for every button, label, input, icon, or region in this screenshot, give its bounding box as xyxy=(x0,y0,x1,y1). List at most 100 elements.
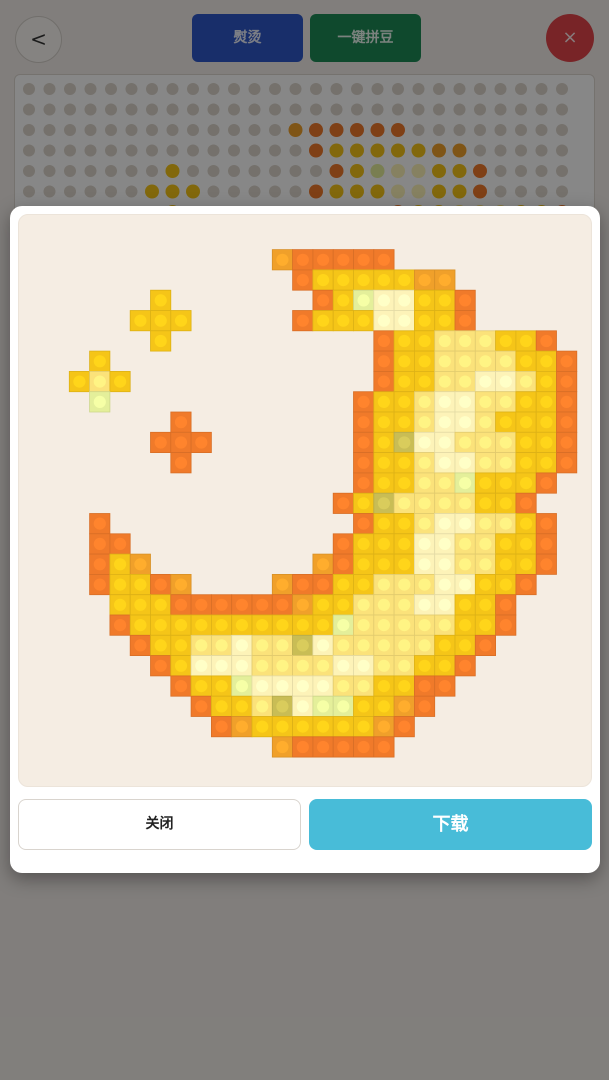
bead-highlight xyxy=(540,456,553,469)
bead-highlight xyxy=(377,294,390,307)
bead-highlight xyxy=(357,639,370,652)
bead-highlight xyxy=(499,416,512,429)
bead-highlight xyxy=(296,659,309,672)
bead-highlight xyxy=(398,598,411,611)
bead-highlight xyxy=(296,598,309,611)
bead-highlight xyxy=(479,334,492,348)
bead-highlight xyxy=(560,375,573,388)
bead-highlight xyxy=(398,700,411,713)
bead-highlight xyxy=(438,456,451,469)
bead-highlight xyxy=(256,598,269,611)
bead-highlight xyxy=(93,375,106,388)
bead-highlight xyxy=(377,517,390,530)
download-button[interactable]: 下载 xyxy=(309,799,592,850)
bead-highlight xyxy=(398,659,411,672)
bead-highlight xyxy=(357,740,370,754)
bead-highlight xyxy=(459,355,472,368)
bead-highlight xyxy=(418,517,431,530)
bead-highlight xyxy=(438,436,451,449)
bead-highlight xyxy=(479,477,492,490)
bead-highlight xyxy=(520,497,533,510)
bead-highlight xyxy=(377,436,390,449)
bead-highlight xyxy=(215,639,228,652)
bead-highlight xyxy=(215,598,228,611)
bead-highlight xyxy=(154,619,167,632)
bead-highlight xyxy=(560,456,573,469)
bead-highlight xyxy=(134,314,147,327)
bead-highlight xyxy=(174,314,188,327)
bead-highlight xyxy=(418,355,431,368)
bead-highlight xyxy=(377,456,390,469)
bead-highlight xyxy=(398,578,411,591)
bead-highlight xyxy=(337,274,350,287)
bead-highlight xyxy=(418,680,431,693)
bead-highlight xyxy=(73,375,86,388)
bead-highlight xyxy=(438,598,451,611)
bead-highlight xyxy=(357,314,370,327)
bead-highlight xyxy=(398,558,411,571)
bead-highlight xyxy=(337,314,350,327)
bead-highlight xyxy=(317,314,330,327)
bead-highlight xyxy=(174,436,188,449)
bead-highlight xyxy=(317,720,330,733)
bead-highlight xyxy=(377,497,390,510)
bead-highlight xyxy=(540,558,553,571)
bead-highlight xyxy=(418,395,431,408)
bead-highlight xyxy=(357,578,370,591)
bead-highlight xyxy=(418,456,431,469)
bead-highlight xyxy=(459,578,472,591)
bead-highlight xyxy=(438,294,451,307)
bead-highlight xyxy=(540,395,553,408)
bead-highlight xyxy=(459,375,472,388)
bead-highlight xyxy=(418,639,431,652)
bead-highlight xyxy=(438,578,451,591)
bead-highlight xyxy=(520,537,533,550)
bead-highlight xyxy=(337,578,350,591)
bead-highlight xyxy=(276,253,289,266)
bead-highlight xyxy=(499,517,512,530)
bead-highlight xyxy=(114,619,127,632)
moon-bead-artwork xyxy=(68,249,578,758)
bead-highlight xyxy=(499,456,512,469)
bead-highlight xyxy=(479,355,492,368)
bead-highlight xyxy=(398,517,411,530)
bead-highlight xyxy=(459,537,472,550)
bead-highlight xyxy=(398,395,411,408)
bead-highlight xyxy=(418,375,431,388)
bead-highlight xyxy=(276,598,289,611)
bead-highlight xyxy=(560,355,573,368)
bead-highlight xyxy=(459,456,472,469)
bead-highlight xyxy=(398,497,411,510)
bead-highlight xyxy=(377,578,390,591)
close-button[interactable]: 关闭 xyxy=(18,799,301,850)
bead-highlight xyxy=(418,274,431,287)
bead-highlight xyxy=(296,680,309,693)
bead-highlight xyxy=(398,639,411,652)
bead-highlight xyxy=(499,619,512,632)
bead-highlight xyxy=(317,558,330,571)
bead-highlight xyxy=(317,294,330,307)
bead-highlight xyxy=(377,659,390,672)
bead-highlight xyxy=(560,395,573,408)
bead-highlight xyxy=(459,598,472,611)
bead-highlight xyxy=(438,416,451,429)
bead-highlight xyxy=(459,517,472,530)
bead-highlight xyxy=(93,517,106,530)
bead-highlight xyxy=(317,619,330,632)
bead-highlight xyxy=(93,537,106,550)
bead-highlight xyxy=(479,598,492,611)
bead-highlight xyxy=(438,477,451,490)
bead-highlight xyxy=(520,355,533,368)
bead-highlight xyxy=(418,558,431,571)
bead-highlight xyxy=(357,558,370,571)
bead-highlight xyxy=(520,416,533,429)
bead-highlight xyxy=(296,720,309,733)
bead-highlight xyxy=(114,578,127,591)
bead-highlight xyxy=(256,639,269,652)
bead-highlight xyxy=(276,720,289,733)
bead-highlight xyxy=(195,598,208,611)
bead-highlight xyxy=(377,619,390,632)
bead-highlight xyxy=(357,416,370,429)
bead-highlight xyxy=(357,253,370,266)
bead-highlight xyxy=(438,355,451,368)
